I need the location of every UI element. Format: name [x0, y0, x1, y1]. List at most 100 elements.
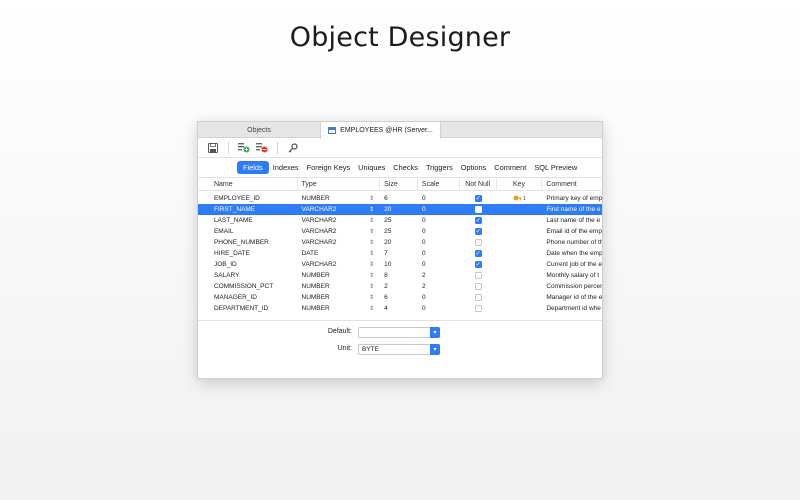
save-button[interactable]: [206, 141, 220, 155]
field-size-cell[interactable]: 25: [380, 226, 418, 237]
subtab-comment[interactable]: Comment: [490, 161, 530, 174]
type-stepper-icon[interactable]: ⇕: [369, 294, 374, 301]
table-row[interactable]: DEPARTMENT_ID NUMBER ⇕ 4 0 Department id…: [198, 303, 602, 314]
column-header-comment[interactable]: Comment: [542, 178, 602, 190]
field-type-cell[interactable]: NUMBER ⇕: [298, 193, 381, 204]
not-null-checkbox[interactable]: [474, 217, 482, 224]
field-size-cell[interactable]: 25: [380, 215, 418, 226]
key-cell[interactable]: 1: [497, 193, 543, 204]
table-row[interactable]: HIRE_DATE DATE ⇕ 7 0 Date when the emp: [198, 248, 602, 259]
field-scale-cell[interactable]: 2: [418, 281, 460, 292]
table-row[interactable]: PHONE_NUMBER VARCHAR2 ⇕ 20 0 Phone numbe…: [198, 237, 602, 248]
field-comment-cell[interactable]: Date when the emp: [542, 248, 602, 259]
field-name-cell[interactable]: MANAGER_ID: [210, 292, 298, 303]
field-comment-cell[interactable]: Phone number of th: [542, 237, 602, 248]
field-type-cell[interactable]: DATE ⇕: [298, 248, 381, 259]
not-null-checkbox[interactable]: [474, 305, 482, 312]
field-name-cell[interactable]: SALARY: [210, 270, 298, 281]
table-row[interactable]: EMPLOYEE_ID NUMBER ⇕ 6 0 1 Primary key o…: [198, 193, 602, 204]
not-null-checkbox[interactable]: [474, 250, 482, 257]
field-size-cell[interactable]: 6: [380, 292, 418, 303]
table-row[interactable]: JOB_ID VARCHAR2 ⇕ 10 0 Current job of th…: [198, 259, 602, 270]
key-cell[interactable]: [497, 226, 543, 237]
not-null-checkbox[interactable]: [474, 195, 482, 202]
field-name-cell[interactable]: HIRE_DATE: [210, 248, 298, 259]
column-header-not-null[interactable]: Not Null: [460, 178, 497, 190]
field-size-cell[interactable]: 20: [380, 204, 418, 215]
field-comment-cell[interactable]: Department id whe: [542, 303, 602, 314]
add-field-button[interactable]: [237, 141, 251, 155]
field-comment-cell[interactable]: Monthly salary of t: [542, 270, 602, 281]
field-scale-cell[interactable]: 2: [418, 270, 460, 281]
column-header-scale[interactable]: Scale: [418, 178, 460, 190]
field-name-cell[interactable]: COMMISSION_PCT: [210, 281, 298, 292]
key-cell[interactable]: [497, 204, 543, 215]
subtab-uniques[interactable]: Uniques: [354, 161, 389, 174]
not-null-checkbox[interactable]: [474, 294, 482, 301]
field-name-cell[interactable]: FIRST_NAME: [210, 204, 298, 215]
table-row[interactable]: SALARY NUMBER ⇕ 8 2 Monthly salary of t: [198, 270, 602, 281]
subtab-fields[interactable]: Fields: [237, 161, 269, 174]
field-name-cell[interactable]: DEPARTMENT_ID: [210, 303, 298, 314]
field-scale-cell[interactable]: 0: [418, 303, 460, 314]
tab-objects[interactable]: Objects: [198, 122, 320, 138]
key-cell[interactable]: [497, 292, 543, 303]
field-name-cell[interactable]: EMAIL: [210, 226, 298, 237]
key-cell[interactable]: [497, 248, 543, 259]
column-header-key[interactable]: Key: [497, 178, 543, 190]
type-stepper-icon[interactable]: ⇕: [369, 195, 374, 202]
subtab-triggers[interactable]: Triggers: [422, 161, 457, 174]
table-row[interactable]: LAST_NAME VARCHAR2 ⇕ 25 0 Last name of t…: [198, 215, 602, 226]
field-scale-cell[interactable]: 0: [418, 215, 460, 226]
subtab-options[interactable]: Options: [457, 161, 490, 174]
subtab-indexes[interactable]: Indexes: [269, 161, 303, 174]
key-cell[interactable]: [497, 215, 543, 226]
field-comment-cell[interactable]: Commission percen: [542, 281, 602, 292]
column-header-name[interactable]: Name: [210, 178, 298, 190]
type-stepper-icon[interactable]: ⇕: [369, 272, 374, 279]
field-name-cell[interactable]: JOB_ID: [210, 259, 298, 270]
table-row[interactable]: COMMISSION_PCT NUMBER ⇕ 2 2 Commission p…: [198, 281, 602, 292]
key-cell[interactable]: [497, 281, 543, 292]
key-cell[interactable]: [497, 270, 543, 281]
field-scale-cell[interactable]: 0: [418, 259, 460, 270]
field-type-cell[interactable]: VARCHAR2 ⇕: [298, 226, 381, 237]
field-size-cell[interactable]: 4: [380, 303, 418, 314]
key-cell[interactable]: [497, 303, 543, 314]
field-type-cell[interactable]: NUMBER ⇕: [298, 292, 381, 303]
type-stepper-icon[interactable]: ⇕: [369, 239, 374, 246]
column-header-size[interactable]: Size: [380, 178, 418, 190]
type-stepper-icon[interactable]: ⇕: [369, 228, 374, 235]
primary-key-button[interactable]: [286, 141, 300, 155]
remove-field-button[interactable]: [255, 141, 269, 155]
not-null-checkbox[interactable]: [474, 283, 482, 290]
type-stepper-icon[interactable]: ⇕: [369, 217, 374, 224]
field-comment-cell[interactable]: Manager id of the e: [542, 292, 602, 303]
key-cell[interactable]: [497, 259, 543, 270]
field-comment-cell[interactable]: First name of the e: [542, 204, 602, 215]
chevron-down-icon[interactable]: ▾: [430, 327, 440, 338]
subtab-sql-preview[interactable]: SQL Preview: [530, 161, 581, 174]
field-size-cell[interactable]: 6: [380, 193, 418, 204]
field-comment-cell[interactable]: Current job of the e: [542, 259, 602, 270]
not-null-checkbox[interactable]: [474, 228, 482, 235]
field-size-cell[interactable]: 7: [380, 248, 418, 259]
chevron-down-icon[interactable]: ▾: [430, 344, 440, 355]
field-scale-cell[interactable]: 0: [418, 193, 460, 204]
field-scale-cell[interactable]: 0: [418, 248, 460, 259]
field-size-cell[interactable]: 10: [380, 259, 418, 270]
field-name-cell[interactable]: EMPLOYEE_ID: [210, 193, 298, 204]
field-comment-cell[interactable]: Last name of the e: [542, 215, 602, 226]
table-row[interactable]: FIRST_NAME VARCHAR2 ⇕ 20 0 First name of…: [198, 204, 602, 215]
field-type-cell[interactable]: VARCHAR2 ⇕: [298, 215, 381, 226]
field-scale-cell[interactable]: 0: [418, 292, 460, 303]
subtab-checks[interactable]: Checks: [389, 161, 422, 174]
not-null-checkbox[interactable]: [474, 206, 482, 213]
field-type-cell[interactable]: NUMBER ⇕: [298, 281, 381, 292]
field-type-cell[interactable]: NUMBER ⇕: [298, 303, 381, 314]
not-null-checkbox[interactable]: [474, 261, 482, 268]
field-size-cell[interactable]: 20: [380, 237, 418, 248]
table-row[interactable]: EMAIL VARCHAR2 ⇕ 25 0 Email id of the em…: [198, 226, 602, 237]
type-stepper-icon[interactable]: ⇕: [369, 250, 374, 257]
key-cell[interactable]: [497, 237, 543, 248]
